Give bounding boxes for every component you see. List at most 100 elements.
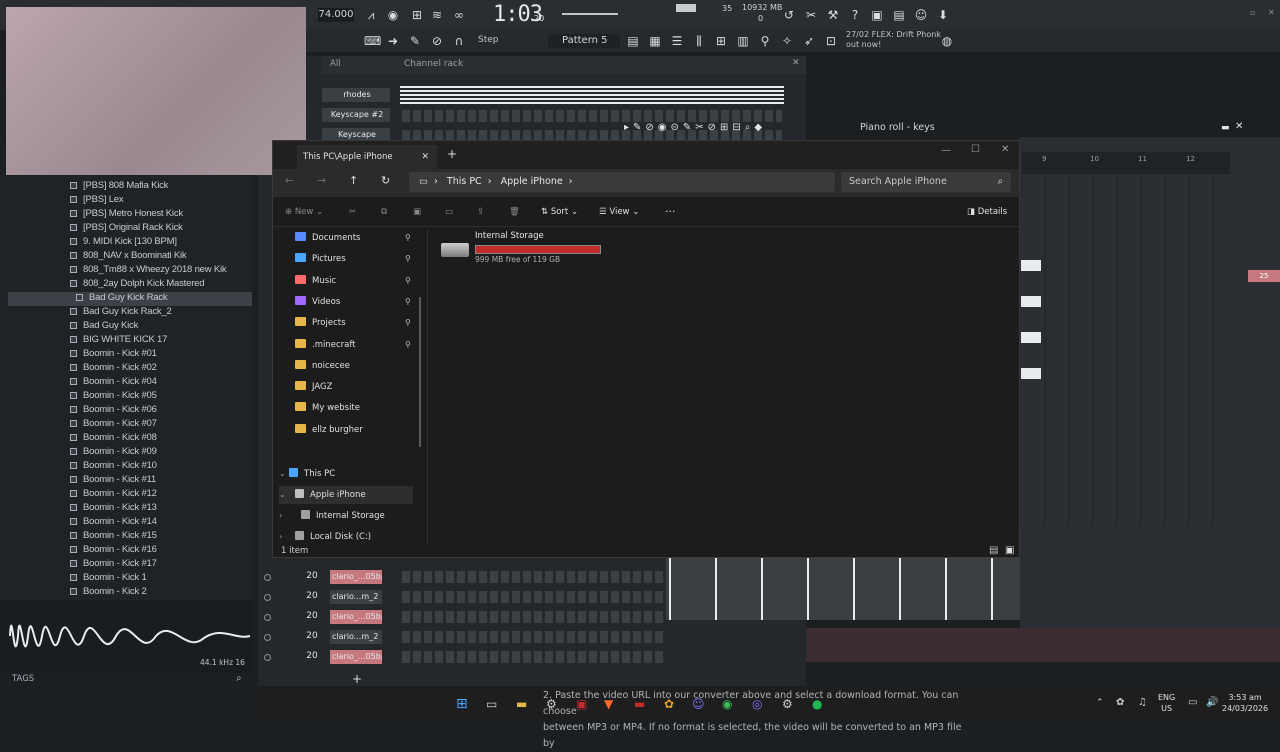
close-icon[interactable]: ✕ — [792, 58, 800, 68]
quick-access-item[interactable]: Pictures ⚲ — [295, 250, 411, 268]
pin-icon[interactable]: ⚲ — [405, 336, 411, 354]
browser-item[interactable]: [PBS] 808 Mafia Kick — [70, 180, 168, 194]
channel-volume[interactable]: 20 — [304, 571, 320, 584]
app-icon-3[interactable]: ⚙ — [782, 697, 793, 711]
browser-item[interactable]: Boomin - Kick 1 — [70, 572, 147, 586]
browser-item[interactable]: Boomin - Kick #09 — [70, 446, 157, 460]
link-icon[interactable]: ⊘ — [430, 34, 444, 48]
channel-volume[interactable]: 20 — [304, 591, 320, 604]
note[interactable] — [1021, 332, 1041, 343]
metronome-icon[interactable]: ⩘ — [364, 8, 378, 22]
step-sequencer-row[interactable] — [402, 611, 664, 623]
step-sequencer-row[interactable] — [402, 591, 664, 603]
browser-item[interactable]: Boomin - Kick #13 — [70, 502, 157, 516]
loop-record-icon[interactable]: ◉ — [386, 8, 400, 22]
settings-icon[interactable]: ⚙ — [546, 697, 557, 711]
quick-access-item[interactable]: JAGZ — [295, 378, 332, 396]
pattern-selector[interactable]: Pattern 5 — [548, 34, 620, 48]
spotify-icon[interactable]: ● — [812, 697, 822, 711]
browser-item[interactable]: Boomin - Kick #14 — [70, 516, 157, 530]
piano-roll-icon[interactable]: ▦ — [648, 34, 662, 48]
start-icon[interactable]: ⊞ — [456, 696, 468, 712]
rename-icon[interactable]: ▭ — [445, 197, 453, 227]
paste-icon[interactable]: ▣ — [413, 197, 421, 227]
plugin-picker-icon[interactable]: ⊞ — [714, 34, 728, 48]
channel-name[interactable]: clario...m_2 — [330, 590, 382, 604]
keyboard-icon[interactable]: ⌨ — [364, 34, 381, 48]
browser-item[interactable]: Boomin - Kick #08 — [70, 432, 157, 446]
quick-access-item[interactable]: Music ⚲ — [295, 272, 411, 290]
tree-item-apple[interactable]: ⌄ Apple iPhone — [279, 486, 413, 504]
obs-icon[interactable]: ◎ — [752, 697, 762, 711]
step-edit-icon[interactable]: ⊞ — [410, 8, 424, 22]
tray-chevron-icon[interactable]: ⌃ — [1096, 698, 1104, 708]
piano-roll-grid[interactable] — [1022, 175, 1230, 525]
channel-name[interactable]: clario_...05bpm — [330, 610, 382, 624]
tools-icon[interactable]: ✧ — [780, 34, 794, 48]
pin-icon[interactable]: ⚲ — [405, 229, 411, 247]
browser-item[interactable]: Boomin - Kick #16 — [70, 544, 157, 558]
channel-led[interactable] — [264, 654, 271, 661]
quick-access-item[interactable]: noicecee — [295, 357, 350, 375]
cut-icon[interactable]: ✂ — [804, 8, 818, 22]
browser-item[interactable]: 808_Tm88 x Wheezy 2018 new Kik — [70, 264, 227, 278]
app-icon-2[interactable]: ▬ — [634, 697, 645, 711]
piano-roll-ruler[interactable]: 9 10 11 12 — [1022, 152, 1230, 174]
quick-access-item[interactable]: My website — [295, 399, 360, 417]
more-icon[interactable]: ··· — [665, 197, 676, 227]
system-clock[interactable]: 3:53 am 24/03/2026 — [1222, 692, 1268, 714]
magnet-icon[interactable]: ∩ — [452, 34, 466, 48]
search-icon[interactable]: ⌕ — [236, 673, 242, 684]
pin-icon[interactable]: ⚲ — [405, 314, 411, 332]
plug-icon[interactable]: ⚲ — [758, 34, 772, 48]
tempo-display[interactable]: 74.000 — [318, 8, 354, 22]
piano-roll-preview[interactable] — [400, 86, 784, 104]
cut-icon[interactable]: ✂ — [349, 197, 356, 227]
channel-led[interactable] — [264, 594, 271, 601]
note[interactable] — [1021, 260, 1041, 271]
save-icon[interactable]: ▣ — [870, 8, 884, 22]
new-tab-icon[interactable]: + — [447, 147, 457, 161]
add-channel-icon[interactable]: + — [352, 672, 362, 686]
step-sequencer-row[interactable] — [402, 571, 664, 583]
channel-name[interactable]: rhodes — [322, 88, 390, 102]
quick-access-item[interactable]: Projects ⚲ — [295, 314, 411, 332]
globe-icon[interactable]: ◍ — [940, 34, 954, 48]
download-icon[interactable]: ⬇ — [936, 8, 950, 22]
forward-icon[interactable]: → — [317, 174, 326, 187]
quick-access-item[interactable]: Videos ⚲ — [295, 293, 411, 311]
discord-icon[interactable]: ☺ — [692, 697, 705, 711]
news-panel[interactable]: 27/02 FLEX: Drift Phonk out now! — [846, 30, 941, 50]
browser-item[interactable]: 808_2ay Dolph Kick Mastered — [70, 278, 205, 292]
browser-item[interactable]: Boomin - Kick #02 — [70, 362, 157, 376]
quick-access-item[interactable]: .minecraft ⚲ — [295, 336, 411, 354]
channel-led[interactable] — [264, 574, 271, 581]
details-view-icon[interactable]: ▤ — [989, 545, 998, 556]
pencil-icon[interactable]: ✎ — [408, 34, 422, 48]
tags-label[interactable]: TAGS — [12, 674, 34, 684]
chevron-icon[interactable]: ⌄ — [279, 486, 295, 504]
app-icon-1[interactable]: ▣ — [576, 697, 587, 711]
quick-access-item[interactable]: Documents ⚲ — [295, 229, 411, 247]
event-editor[interactable] — [806, 628, 1280, 662]
close-window-icon[interactable]: ✕ — [1001, 144, 1009, 155]
channel-name[interactable]: clario_...05bpm — [330, 570, 382, 584]
maximize-window-icon[interactable]: ☐ — [971, 144, 980, 155]
brave-icon[interactable]: ▼ — [604, 697, 613, 711]
browser-item[interactable]: Boomin - Kick #17 — [70, 558, 157, 572]
undo-icon[interactable]: ↺ — [782, 8, 796, 22]
channel-volume[interactable]: 20 — [304, 651, 320, 664]
master-pitch-slider[interactable] — [562, 13, 618, 15]
tree-item-this-pc[interactable]: ⌄ This PC — [279, 465, 335, 483]
browser-item[interactable]: Boomin - Kick #07 — [70, 418, 157, 432]
rocket-icon[interactable]: ➶ — [802, 34, 816, 48]
breadcrumb-this-pc[interactable]: This PC — [447, 176, 482, 187]
volume-icon[interactable]: 🔊 — [1206, 697, 1218, 708]
browser-item[interactable]: Bad Guy Kick — [70, 320, 138, 334]
browser-item[interactable]: Boomin - Kick #05 — [70, 390, 157, 404]
channel-volume[interactable]: 20 — [304, 631, 320, 644]
channel-led[interactable] — [264, 634, 271, 641]
microphone-icon[interactable]: ♫ — [1138, 697, 1147, 708]
help-icon[interactable]: ? — [848, 8, 862, 22]
close-tab-icon[interactable]: ✕ — [421, 145, 429, 169]
